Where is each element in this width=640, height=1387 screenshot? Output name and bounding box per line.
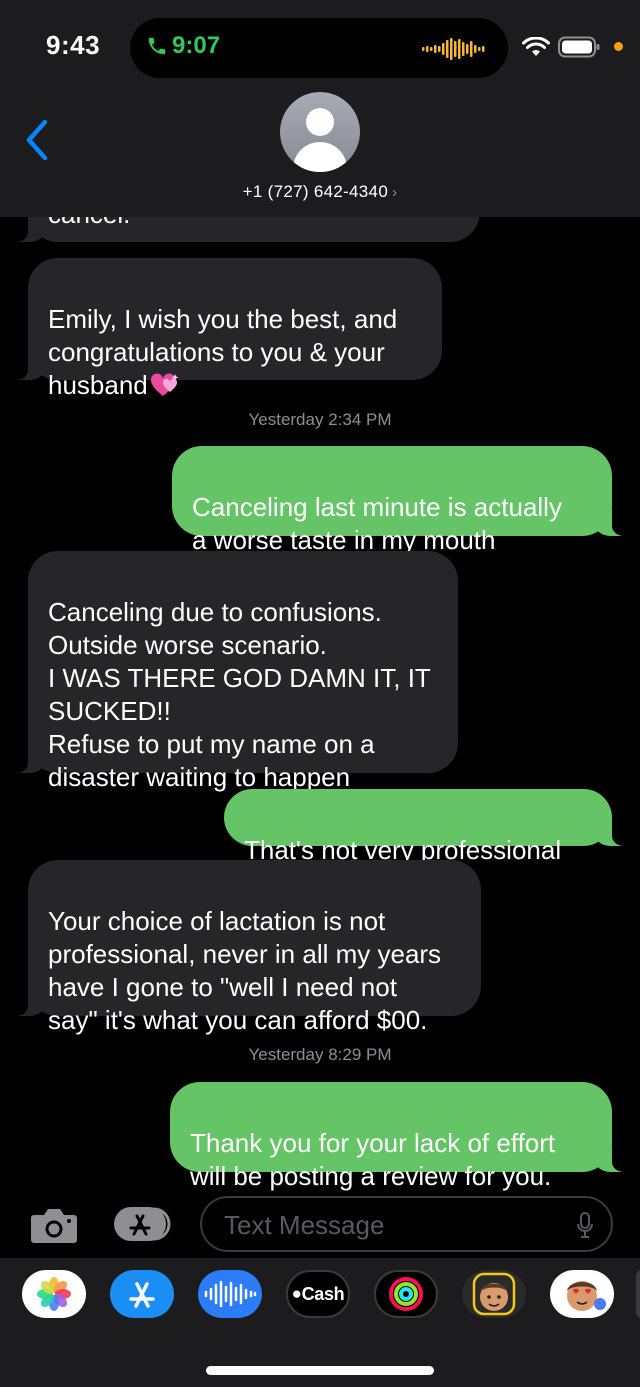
message-text: Emily, I wish you the best, and congratu… — [48, 304, 398, 400]
person-body-shape — [293, 142, 347, 172]
fitness-app-icon[interactable] — [374, 1270, 438, 1318]
contact-name[interactable]: +1 (727) 642-4340 › — [0, 182, 640, 202]
phone-icon — [148, 37, 166, 55]
apple-cash-app-icon[interactable]: ● Cash — [286, 1270, 350, 1318]
message-text: Your choice of lactation is not professi… — [48, 906, 442, 1035]
photos-app-icon[interactable] — [22, 1270, 86, 1318]
audio-waveform-icon — [204, 1280, 257, 1308]
message-bubble-incoming[interactable]: Your choice of lactation is not professi… — [2, 860, 481, 1035]
dynamic-island[interactable]: 9:07 — [130, 18, 508, 78]
timestamp: Yesterday 2:34 PM — [248, 410, 392, 429]
home-indicator[interactable] — [206, 1366, 434, 1375]
wifi-icon — [522, 37, 550, 56]
photos-flower-icon — [37, 1277, 71, 1311]
message-text: Canceling due to confusions. Outside wor… — [48, 597, 431, 792]
audio-waveform-icon — [422, 38, 485, 60]
back-chevron-icon[interactable] — [24, 118, 52, 162]
conversation-header: 9:43 9:07 +1 (727) 642-4340 › — [0, 0, 640, 217]
more-apps-edge[interactable] — [636, 1270, 640, 1318]
microphone-icon[interactable] — [577, 1212, 593, 1238]
memoji-face-icon — [472, 1272, 516, 1316]
memoji-stickers-app-icon[interactable] — [550, 1270, 614, 1318]
apple-logo-icon: ● — [291, 1284, 302, 1303]
contact-number: +1 (727) 642-4340 — [242, 182, 389, 201]
message-input-placeholder: Text Message — [224, 1210, 385, 1240]
app-store-a-icon — [129, 1282, 155, 1308]
sparkling-heart-icon — [150, 373, 179, 396]
message-bubble-outgoing[interactable]: Canceling last minute is actually a wors… — [172, 446, 638, 555]
person-head-shape — [306, 108, 334, 136]
message-bubble-incoming[interactable]: Canceling due to confusions. Outside wor… — [2, 551, 458, 792]
memoji-app-icon[interactable] — [462, 1270, 526, 1318]
call-duration: 9:07 — [172, 32, 221, 59]
timestamp: Yesterday 8:29 PM — [248, 1045, 392, 1064]
chevron-right-icon: › — [392, 184, 398, 201]
apps-button-icon[interactable] — [112, 1205, 172, 1243]
activity-rings-icon — [389, 1277, 423, 1311]
message-text: Thank you for your lack of effort will b… — [190, 1128, 556, 1191]
camera-icon[interactable] — [30, 1205, 78, 1245]
privacy-indicator — [614, 42, 623, 51]
message-bubble-outgoing[interactable]: That's not very professional — [224, 789, 638, 865]
cash-label: Cash — [301, 1283, 345, 1304]
audio-message-app-icon[interactable] — [198, 1270, 262, 1318]
message-bubble-incoming[interactable]: Emily, I wish you the best, and congratu… — [2, 258, 442, 400]
memoji-sticker-icon — [567, 1281, 606, 1311]
active-call-indicator[interactable]: 9:07 — [146, 32, 220, 60]
message-input[interactable]: Text Message — [200, 1196, 613, 1252]
contact-avatar[interactable] — [280, 92, 360, 172]
status-time: 9:43 — [46, 30, 101, 60]
battery-icon — [558, 36, 600, 58]
message-text: Canceling last minute is actually a wors… — [192, 492, 562, 555]
message-bubble-outgoing[interactable]: Thank you for your lack of effort will b… — [170, 1082, 638, 1191]
app-store-icon[interactable] — [110, 1270, 174, 1318]
